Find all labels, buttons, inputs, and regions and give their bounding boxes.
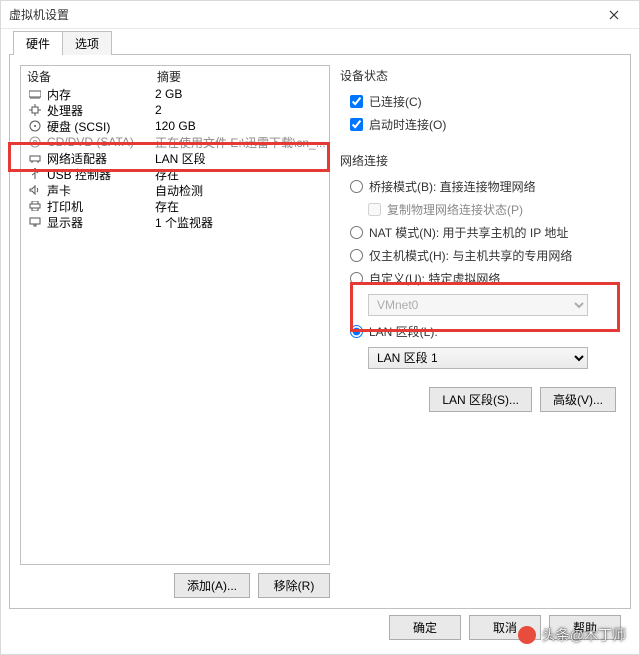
device-summary: 120 GB — [151, 119, 329, 133]
device-summary: 自动检测 — [151, 182, 329, 199]
radio-nat[interactable]: NAT 模式(N): 用于共享主机的 IP 地址 — [350, 224, 616, 241]
chk-replicate-input — [368, 203, 381, 216]
device-label: 声卡 — [47, 182, 151, 199]
device-summary: 2 — [151, 103, 329, 117]
watermark: 头条@木丁师 — [518, 625, 626, 645]
window-title: 虚拟机设置 — [9, 6, 69, 23]
left-buttons: 添加(A)... 移除(R) — [20, 565, 330, 608]
advanced-button[interactable]: 高级(V)... — [540, 387, 616, 412]
usb-icon — [27, 167, 43, 181]
display-icon — [27, 215, 43, 229]
network-icon — [27, 151, 43, 165]
device-summary: 正在使用文件 E:\迅雷下载\cn_... — [151, 134, 329, 151]
watermark-icon — [518, 626, 536, 644]
radio-lanseg[interactable]: LAN 区段(L): — [350, 323, 616, 340]
radio-custom-input[interactable] — [350, 272, 363, 285]
printer-icon — [27, 199, 43, 213]
close-icon[interactable] — [597, 4, 631, 26]
device-label: 网络适配器 — [47, 150, 151, 167]
device-row[interactable]: 硬盘 (SCSI)120 GB — [21, 118, 329, 134]
chk-connect-poweron-input[interactable] — [350, 118, 363, 131]
chk-connected-input[interactable] — [350, 95, 363, 108]
client-area: 硬件 选项 设备 摘要 内存2 GB处理器2硬盘 (SCSI)120 GBCD/… — [1, 29, 639, 654]
tab-options[interactable]: 选项 — [62, 31, 112, 55]
device-label: 处理器 — [47, 102, 151, 119]
radio-hostonly-input[interactable] — [350, 249, 363, 262]
cd-icon — [27, 135, 43, 149]
network-connection-label: 网络连接 — [340, 152, 616, 169]
remove-button[interactable]: 移除(R) — [258, 573, 330, 598]
device-row[interactable]: 处理器2 — [21, 102, 329, 118]
radio-nat-input[interactable] — [350, 226, 363, 239]
device-row[interactable]: USB 控制器存在 — [21, 166, 329, 182]
device-label: CD/DVD (SATA) — [47, 135, 151, 149]
lanseg-select[interactable]: LAN 区段 1 — [368, 347, 588, 369]
device-row[interactable]: 内存2 GB — [21, 86, 329, 102]
sound-icon — [27, 183, 43, 197]
radio-lanseg-input[interactable] — [350, 325, 363, 338]
col-summary: 摘要 — [151, 66, 329, 86]
right-pane: 设备状态 已连接(C) 启动时连接(O) 网络连接 桥接模式(B): 直接连接物… — [340, 65, 620, 608]
device-summary: 2 GB — [151, 87, 329, 101]
device-row[interactable]: 打印机存在 — [21, 198, 329, 214]
device-summary: 存在 — [151, 198, 329, 215]
device-summary: 1 个监视器 — [151, 214, 329, 231]
device-row[interactable]: 网络适配器LAN 区段 — [21, 150, 329, 166]
memory-icon — [27, 87, 43, 101]
custom-vmnet-select: VMnet0 — [368, 294, 588, 316]
device-row[interactable]: 显示器1 个监视器 — [21, 214, 329, 230]
radio-bridged-input[interactable] — [350, 180, 363, 193]
left-pane: 设备 摘要 内存2 GB处理器2硬盘 (SCSI)120 GBCD/DVD (S… — [20, 65, 330, 608]
cpu-icon — [27, 103, 43, 117]
radio-hostonly[interactable]: 仅主机模式(H): 与主机共享的专用网络 — [350, 247, 616, 264]
dialog-window: 虚拟机设置 硬件 选项 设备 摘要 内存2 GB处理器2硬盘 (SCSI)120… — [0, 0, 640, 655]
chk-connect-poweron[interactable]: 启动时连接(O) — [350, 116, 616, 133]
titlebar: 虚拟机设置 — [1, 1, 639, 29]
device-row[interactable]: 声卡自动检测 — [21, 182, 329, 198]
disk-icon — [27, 119, 43, 133]
right-buttons: LAN 区段(S)... 高级(V)... — [340, 387, 616, 412]
device-list-header: 设备 摘要 — [21, 66, 329, 86]
add-button[interactable]: 添加(A)... — [174, 573, 250, 598]
col-device: 设备 — [21, 66, 151, 86]
device-label: 内存 — [47, 86, 151, 103]
tab-hardware[interactable]: 硬件 — [13, 31, 63, 55]
device-summary: LAN 区段 — [151, 150, 329, 167]
device-label: USB 控制器 — [47, 166, 151, 183]
device-label: 硬盘 (SCSI) — [47, 118, 151, 135]
device-summary: 存在 — [151, 166, 329, 183]
device-row[interactable]: CD/DVD (SATA)正在使用文件 E:\迅雷下载\cn_... — [21, 134, 329, 150]
device-label: 打印机 — [47, 198, 151, 215]
ok-button[interactable]: 确定 — [389, 615, 461, 640]
device-status-label: 设备状态 — [340, 67, 616, 84]
chk-replicate: 复制物理网络连接状态(P) — [368, 201, 616, 218]
radio-bridged[interactable]: 桥接模式(B): 直接连接物理网络 — [350, 178, 616, 195]
radio-custom[interactable]: 自定义(U): 特定虚拟网络 — [350, 270, 616, 287]
tabstrip: 硬件 选项 — [9, 33, 631, 55]
device-list[interactable]: 设备 摘要 内存2 GB处理器2硬盘 (SCSI)120 GBCD/DVD (S… — [20, 65, 330, 565]
device-label: 显示器 — [47, 214, 151, 231]
lan-segments-button[interactable]: LAN 区段(S)... — [429, 387, 532, 412]
chk-connected[interactable]: 已连接(C) — [350, 93, 616, 110]
tab-hardware-page: 设备 摘要 内存2 GB处理器2硬盘 (SCSI)120 GBCD/DVD (S… — [9, 54, 631, 609]
